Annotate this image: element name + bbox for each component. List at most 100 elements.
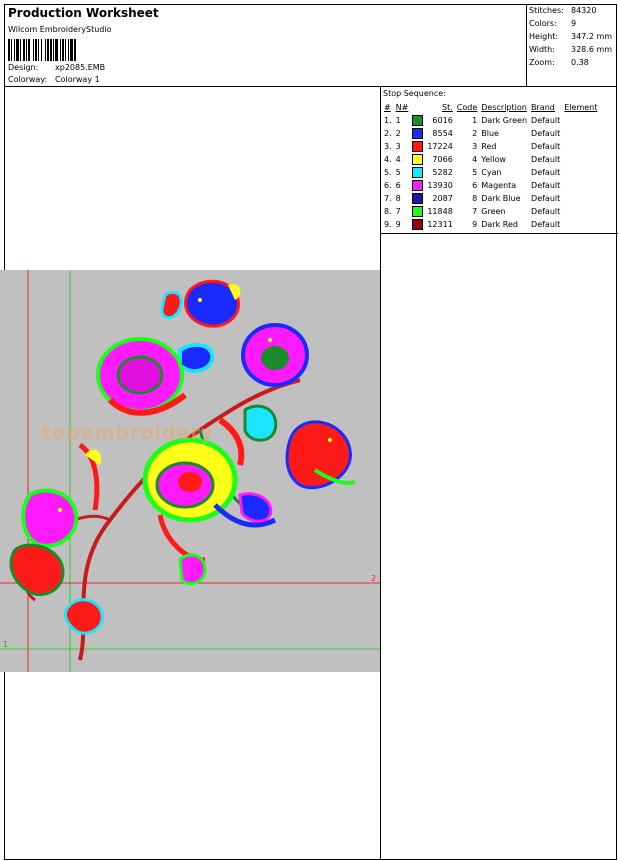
design-label: Design:	[8, 63, 39, 72]
row-code: 7	[472, 207, 478, 216]
row-needle: 4	[395, 155, 401, 164]
stat-stitches: Stitches: 84320	[529, 6, 597, 15]
col-description: Description	[481, 103, 527, 112]
row-index: 7.	[384, 194, 392, 203]
row-description: Dark Blue	[481, 194, 521, 203]
design-row: Design: xp2085.EMB	[8, 63, 105, 72]
colorway-label: Colorway:	[8, 75, 48, 84]
barcode-bar	[50, 39, 52, 61]
row-code: 6	[472, 181, 478, 190]
color-swatch	[412, 154, 424, 165]
colorway-row: Colorway: Colorway 1	[8, 75, 100, 84]
row-color-swatch	[410, 153, 425, 166]
row-index: 6.	[384, 181, 392, 190]
row-brand: Default	[531, 168, 561, 177]
row-element	[562, 205, 599, 218]
barcode-bar	[28, 39, 30, 61]
row-element	[562, 127, 599, 140]
table-row: 3. 3 17224 3 Red Default	[382, 140, 599, 153]
row-color-swatch	[410, 192, 425, 205]
software-name: Wilcom EmbroideryStudio	[8, 25, 112, 34]
magenta-rose-center	[116, 355, 164, 395]
color-swatch	[412, 180, 424, 191]
barcode-bar	[26, 39, 27, 61]
row-description: Cyan	[481, 168, 502, 177]
table-row: 9. 9 12311 9 Dark Red Default	[382, 218, 599, 231]
barcode-bar	[11, 39, 12, 61]
barcode-bar	[74, 39, 76, 61]
row-code: 9	[472, 220, 478, 229]
row-code: 5	[472, 168, 478, 177]
blue-flower-small	[178, 342, 215, 373]
table-row: 8. 7 11848 7 Green Default	[382, 205, 599, 218]
barcode-bar	[16, 39, 19, 61]
col-needle: N#	[395, 103, 409, 112]
row-needle: 9	[395, 220, 401, 229]
center-flower-core	[178, 472, 202, 492]
barcode-bar	[23, 39, 25, 61]
row-stitches: 13930	[427, 181, 453, 190]
row-brand: Default	[531, 220, 561, 229]
row-element	[562, 179, 599, 192]
row-stitches: 6016	[432, 116, 453, 125]
col-index: #	[384, 103, 391, 112]
flower-right-center	[261, 346, 289, 370]
barcode-bar	[55, 39, 58, 61]
watermark: topembroidery	[42, 422, 215, 444]
col-brand: Brand	[531, 103, 555, 112]
row-description: Green	[481, 207, 506, 216]
row-description: Yellow	[481, 155, 506, 164]
row-brand: Default	[531, 207, 561, 216]
col-color	[410, 101, 425, 114]
color-swatch	[412, 167, 424, 178]
row-color-swatch	[410, 166, 425, 179]
row-index: 3.	[384, 142, 392, 151]
row-needle: 2	[395, 129, 401, 138]
table-header-row: # N# St. Code Description Brand Element	[382, 101, 599, 114]
row-brand: Default	[531, 142, 561, 151]
col-code: Code	[456, 103, 478, 112]
stop-sequence-table: # N# St. Code Description Brand Element …	[382, 101, 599, 231]
row-brand: Default	[531, 116, 561, 125]
barcode-bar	[65, 39, 66, 61]
stat-colors: Colors: 9	[529, 19, 577, 28]
row-description: Dark Green	[481, 116, 528, 125]
table-row: 4. 4 7066 4 Yellow Default	[382, 153, 599, 166]
table-row: 7. 8 2087 8 Dark Blue Default	[382, 192, 599, 205]
barcode-bar	[38, 39, 39, 61]
row-element	[562, 218, 599, 231]
table-row: 6. 6 13930 6 Magenta Default	[382, 179, 599, 192]
cyan-bud-right	[243, 404, 278, 442]
guide-label-vertical: 1	[3, 640, 8, 649]
row-stitches: 2087	[432, 194, 453, 203]
row-color-swatch	[410, 127, 425, 140]
barcode-bar	[41, 39, 42, 61]
guide-label-horizontal: 2	[371, 574, 376, 583]
row-description: Magenta	[481, 181, 517, 190]
row-index: 2.	[384, 129, 392, 138]
row-description: Blue	[481, 129, 499, 138]
color-swatch	[412, 115, 424, 126]
barcode-bar	[35, 39, 37, 61]
row-element	[562, 114, 599, 127]
red-bud-top	[160, 290, 183, 320]
row-needle: 7	[395, 207, 401, 216]
color-swatch	[412, 128, 424, 139]
color-swatch	[412, 219, 424, 230]
magenta-flower-left	[21, 488, 79, 548]
barcode-bar	[33, 39, 34, 61]
row-index: 9.	[384, 220, 392, 229]
row-element	[562, 140, 599, 153]
sparkle-4	[58, 508, 62, 512]
barcode-bar	[45, 39, 46, 61]
table-row: 1. 1 6016 1 Dark Green Default	[382, 114, 599, 127]
row-description: Dark Red	[481, 220, 518, 229]
row-brand: Default	[531, 129, 561, 138]
stat-zoom: Zoom: 0.38	[529, 58, 589, 67]
row-element	[562, 192, 599, 205]
row-code: 4	[472, 155, 478, 164]
row-color-swatch	[410, 179, 425, 192]
design-value: xp2085.EMB	[55, 63, 106, 72]
row-code: 2	[472, 129, 478, 138]
row-brand: Default	[531, 155, 561, 164]
